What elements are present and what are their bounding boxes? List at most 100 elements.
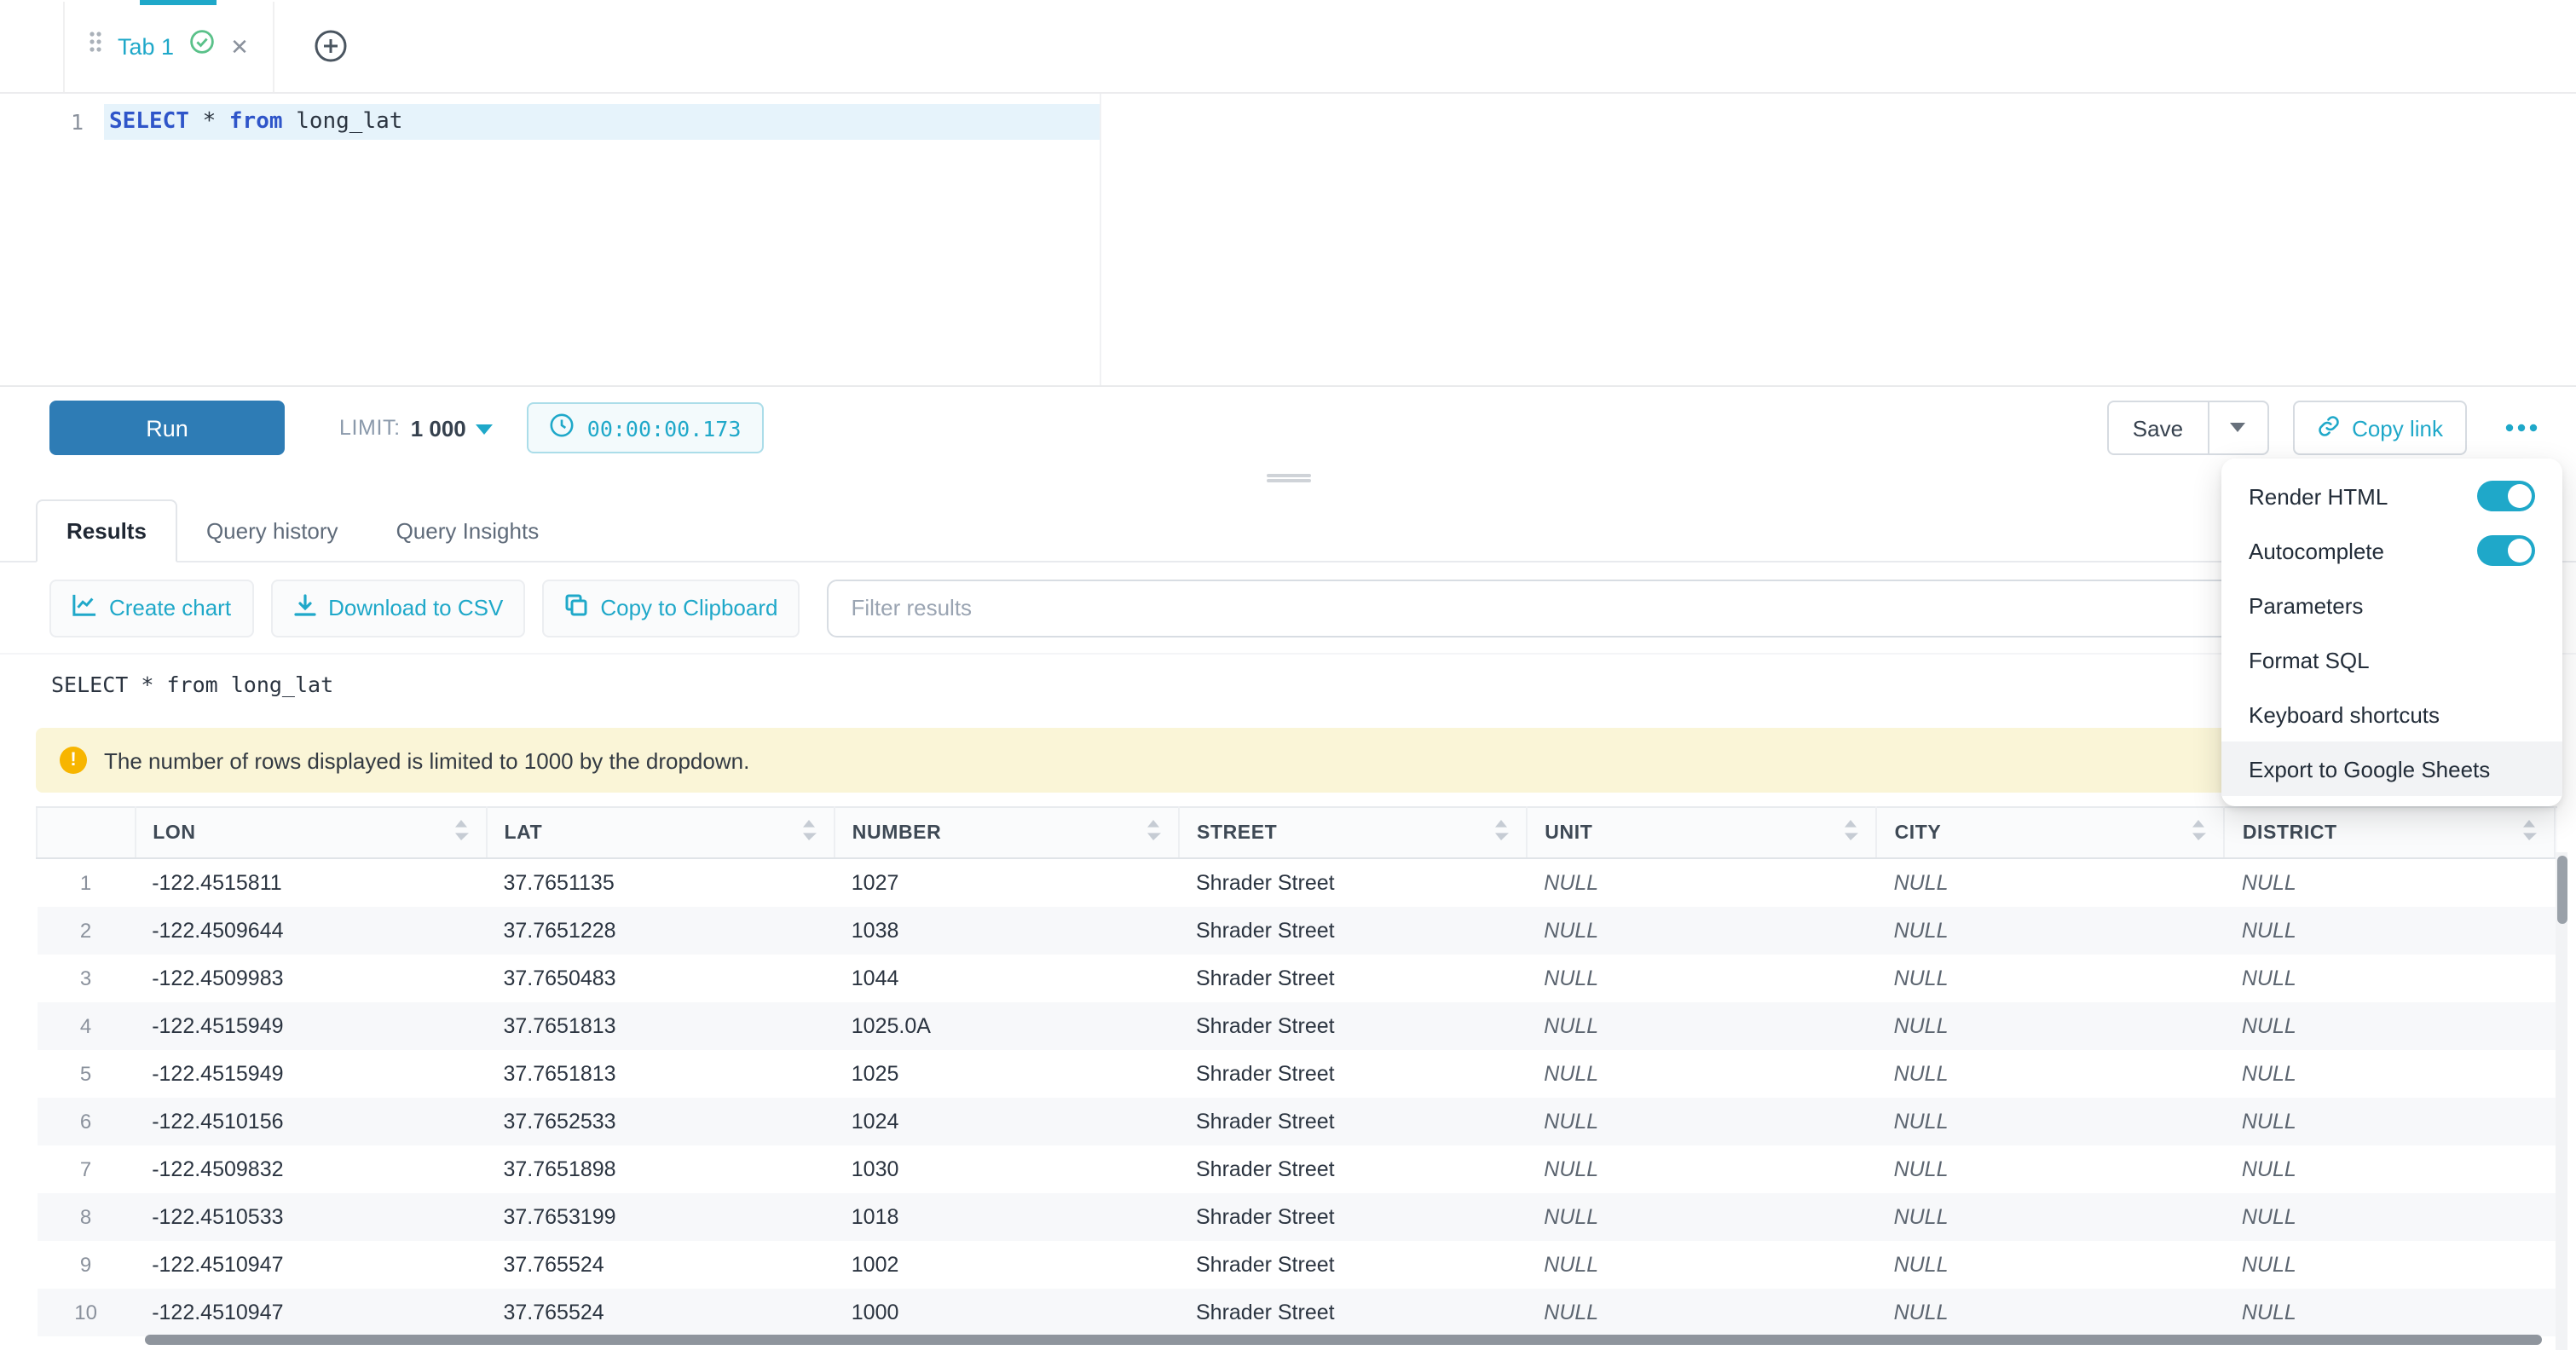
add-tab-button[interactable] xyxy=(312,27,349,65)
column-header-number[interactable]: NUMBER xyxy=(835,807,1179,858)
sort-icon[interactable] xyxy=(1146,820,1161,845)
row-number-header xyxy=(37,807,135,858)
sql-keyword: from xyxy=(229,109,283,135)
sort-icon[interactable] xyxy=(1493,820,1509,845)
table-row: 5-122.451594937.76518131025Shrader Stree… xyxy=(37,1049,2557,1097)
save-options-button[interactable] xyxy=(2207,401,2268,455)
table-cell: -122.4509644 xyxy=(135,906,486,954)
menu-item-export-to-google-sheets[interactable]: Export to Google Sheets xyxy=(2221,741,2562,796)
results-table-container: LONLATNUMBERSTREETUNITCITYDISTRICTRE 1-1… xyxy=(36,806,2557,1350)
options-dropdown-menu: Render HTMLAutocompleteParametersFormat … xyxy=(2221,459,2562,806)
sort-icon[interactable] xyxy=(453,820,469,845)
menu-item-render-html[interactable]: Render HTML xyxy=(2221,469,2562,523)
table-cell: 1002 xyxy=(835,1240,1179,1288)
table-cell: NULL xyxy=(1877,1097,2225,1145)
row-number-cell: 8 xyxy=(37,1192,135,1240)
table-cell: NULL xyxy=(1877,954,2225,1001)
vertical-scrollbar-thumb[interactable] xyxy=(2556,856,2567,924)
column-header-re[interactable]: RE xyxy=(2556,807,2557,858)
horizontal-scrollbar-thumb[interactable] xyxy=(145,1335,2542,1345)
editor-gutter: 1 xyxy=(0,94,104,385)
sort-icon[interactable] xyxy=(1844,820,1859,845)
save-button[interactable]: Save xyxy=(2107,401,2209,455)
table-cell: Shrader Street xyxy=(1179,1240,1527,1288)
pane-splitter[interactable] xyxy=(0,469,2576,482)
row-number-cell: 10 xyxy=(37,1288,135,1336)
menu-item-autocomplete[interactable]: Autocomplete xyxy=(2221,523,2562,578)
active-tab-indicator xyxy=(140,0,217,5)
table-cell: NULL xyxy=(1527,1240,1876,1288)
table-cell: NULL xyxy=(2225,1240,2556,1288)
table-row: 8-122.451053337.76531991018Shrader Stree… xyxy=(37,1192,2557,1240)
table-cell: NULL xyxy=(1527,1097,1876,1145)
column-header-unit[interactable]: UNIT xyxy=(1527,807,1876,858)
link-icon xyxy=(2316,413,2340,442)
table-cell: 37.7653199 xyxy=(487,1192,835,1240)
column-header-lat[interactable]: LAT xyxy=(487,807,835,858)
tab-results[interactable]: Results xyxy=(36,499,177,562)
sql-keyword: SELECT xyxy=(109,109,189,135)
more-options-button[interactable] xyxy=(2498,416,2545,440)
results-table-head: LONLATNUMBERSTREETUNITCITYDISTRICTRE xyxy=(37,807,2557,858)
table-cell: NULL xyxy=(1877,858,2225,906)
limit-dropdown[interactable]: LIMIT: 1 000 xyxy=(339,412,494,443)
table-cell: Shrader Street xyxy=(1179,1097,1527,1145)
table-cell: NULL xyxy=(2225,906,2556,954)
row-number-cell: 1 xyxy=(37,858,135,906)
splitter-grip-icon[interactable] xyxy=(1266,470,1310,485)
table-cell: Shrader Street xyxy=(1179,906,1527,954)
table-cell: Shrader Street xyxy=(1179,1288,1527,1336)
menu-item-format-sql[interactable]: Format SQL xyxy=(2221,632,2562,687)
column-header-district[interactable]: DISTRICT xyxy=(2225,807,2556,858)
row-number-cell: 7 xyxy=(37,1145,135,1192)
header-row: LONLATNUMBERSTREETUNITCITYDISTRICTRE xyxy=(37,807,2557,858)
table-cell: 1038 xyxy=(835,906,1179,954)
table-cell: NULL xyxy=(1527,1145,1876,1192)
editor-tab[interactable]: Tab 1 ✕ xyxy=(63,1,274,91)
toggle-switch-on[interactable] xyxy=(2477,481,2535,511)
table-cell: NULL xyxy=(2225,1145,2556,1192)
table-cell: 1044 xyxy=(835,954,1179,1001)
vertical-scrollbar[interactable] xyxy=(2556,852,2567,1350)
column-header-city[interactable]: CITY xyxy=(1877,807,2225,858)
table-cell: 1000 xyxy=(835,1288,1179,1336)
table-row: 3-122.450998337.76504831044Shrader Stree… xyxy=(37,954,2557,1001)
download-csv-label: Download to CSV xyxy=(328,595,503,620)
table-cell: -122.4510947 xyxy=(135,1240,486,1288)
toggle-switch-on[interactable] xyxy=(2477,535,2535,566)
table-cell: NULL xyxy=(1527,1288,1876,1336)
tab-close-icon[interactable]: ✕ xyxy=(230,35,249,57)
sort-icon[interactable] xyxy=(2192,820,2207,845)
column-header-street[interactable]: STREET xyxy=(1179,807,1527,858)
drag-handle-icon[interactable] xyxy=(89,31,102,61)
menu-item-keyboard-shortcuts[interactable]: Keyboard shortcuts xyxy=(2221,687,2562,741)
tab-query-history[interactable]: Query history xyxy=(177,499,367,562)
create-chart-button[interactable]: Create chart xyxy=(49,579,253,637)
sql-editor[interactable]: 1 SELECT * from long_lat xyxy=(0,94,2576,387)
line-number: 1 xyxy=(71,109,84,135)
row-number-cell: 6 xyxy=(37,1097,135,1145)
row-number-cell: 9 xyxy=(37,1240,135,1288)
caret-down-icon xyxy=(477,412,494,443)
results-tab-strip: Results Query history Query Insights xyxy=(0,482,2576,562)
row-limit-warning: ! The number of rows displayed is limite… xyxy=(36,728,2550,793)
download-icon xyxy=(292,593,316,622)
row-number-cell: 3 xyxy=(37,954,135,1001)
limit-label: LIMIT: xyxy=(339,416,401,440)
download-csv-button[interactable]: Download to CSV xyxy=(270,579,525,637)
table-cell: -122.4509983 xyxy=(135,954,486,1001)
sort-icon[interactable] xyxy=(801,820,817,845)
run-button[interactable]: Run xyxy=(49,401,285,455)
menu-item-parameters[interactable]: Parameters xyxy=(2221,578,2562,632)
editor-code-area[interactable]: SELECT * from long_lat xyxy=(104,94,2576,385)
copy-clipboard-button[interactable]: Copy to Clipboard xyxy=(542,579,800,637)
sql-lab-app: Tab 1 ✕ 1 SELECT * from long_lat Run LIM… xyxy=(0,0,2576,1350)
copy-link-button[interactable]: Copy link xyxy=(2292,401,2467,455)
table-cell: 37.7651813 xyxy=(487,1049,835,1097)
sort-icon[interactable] xyxy=(2522,820,2538,845)
tab-label: Tab 1 xyxy=(118,33,174,59)
column-header-lon[interactable]: LON xyxy=(135,807,486,858)
row-number-cell: 4 xyxy=(37,1001,135,1049)
print-margin-ruler xyxy=(1100,94,1101,385)
tab-query-insights[interactable]: Query Insights xyxy=(367,499,569,562)
